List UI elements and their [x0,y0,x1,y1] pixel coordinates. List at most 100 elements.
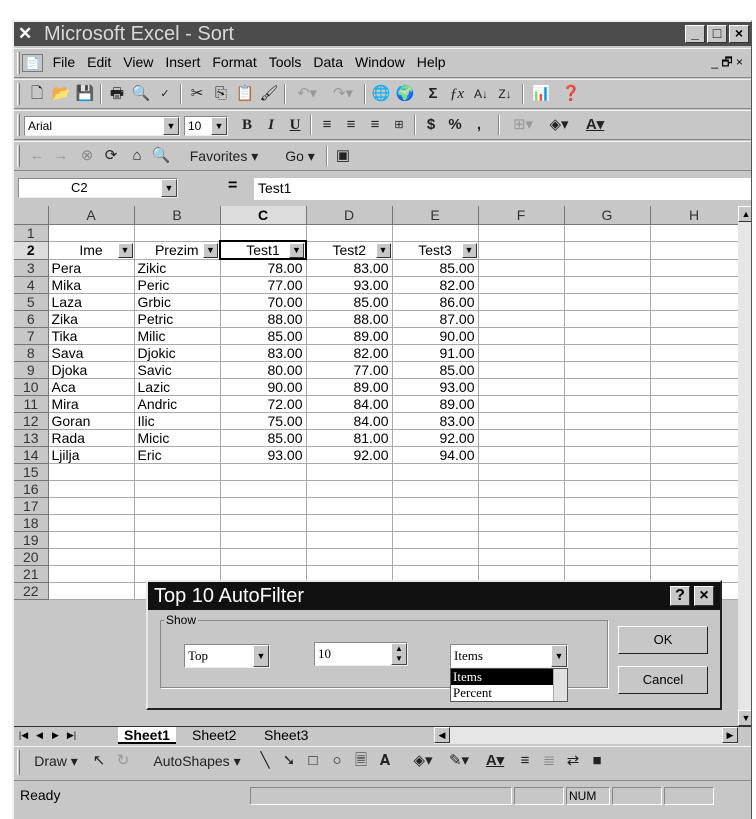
autosum-icon[interactable]: Σ [422,83,444,105]
menu-window[interactable]: Window [349,49,411,75]
menu-data[interactable]: Data [307,49,349,75]
vertical-scrollbar[interactable]: ▲ ▼ [738,206,751,726]
web-toolbar-icon[interactable]: 🌍 [394,83,416,105]
print-preview-icon[interactable]: 🔍 [130,83,152,105]
borders-icon[interactable]: ⊞▾ [506,114,540,136]
cell[interactable]: Mika [48,276,135,294]
cell[interactable] [478,259,565,277]
cell[interactable] [478,514,565,532]
cell[interactable]: 93.00 [306,276,393,294]
cell[interactable] [134,463,221,481]
cell[interactable]: Peric [134,276,221,294]
cancel-button[interactable]: Cancel [618,666,708,694]
chevron-down-icon[interactable]: ▼ [163,117,179,135]
cell[interactable]: Zika [48,310,135,328]
cell[interactable] [650,429,739,447]
free-rotate-icon[interactable]: ↻ [112,750,134,772]
cell[interactable] [564,395,651,413]
cell[interactable]: 94.00 [392,446,479,464]
arrow-style-icon[interactable]: ⇄ [562,750,584,772]
cell[interactable] [478,241,565,260]
last-sheet-icon[interactable]: ▶| [64,728,79,743]
autofilter-dropdown-icon[interactable]: ▼ [375,242,391,258]
cell[interactable] [564,293,651,311]
cell[interactable] [306,514,393,532]
cell[interactable] [220,514,307,532]
cell[interactable] [650,344,739,362]
row-header[interactable]: 4 [14,276,49,294]
menu-insert[interactable]: Insert [159,49,206,75]
cell[interactable]: Savic [134,361,221,379]
cell[interactable]: 83.00 [306,259,393,277]
row-header[interactable]: 8 [14,344,49,362]
cell[interactable] [392,224,479,242]
column-header-g[interactable]: G [564,206,651,225]
cell[interactable] [48,531,135,549]
cell[interactable] [650,480,739,498]
shadow-icon[interactable]: ■ [586,750,608,772]
center-icon[interactable]: ≡ [340,114,362,136]
cell[interactable] [478,548,565,566]
cell[interactable]: 89.00 [306,327,393,345]
cell[interactable] [478,361,565,379]
column-header-a[interactable]: A [48,206,135,225]
percent-button[interactable]: % [444,114,466,136]
row-header[interactable]: 16 [14,480,49,498]
cell[interactable]: Ilic [134,412,221,430]
cell[interactable] [478,276,565,294]
sheet-tab-3[interactable]: Sheet3 [258,727,315,744]
hyperlink-icon[interactable]: 🌐 [370,83,392,105]
copy-icon[interactable]: ⎘ [210,83,232,105]
row-header[interactable]: 14 [14,446,49,464]
cell[interactable]: 92.00 [392,429,479,447]
cell[interactable]: Pera [48,259,135,277]
first-sheet-icon[interactable]: |◀ [16,728,31,743]
select-all-corner[interactable] [14,206,49,225]
autoshapes-menu[interactable]: AutoShapes ▾ [142,750,252,772]
scroll-right-icon[interactable]: ▶ [722,727,738,743]
column-header-f[interactable]: F [478,206,565,225]
dialog-close-button[interactable]: × [694,586,714,606]
cell[interactable] [650,531,739,549]
cell[interactable] [478,463,565,481]
row-header[interactable]: 5 [14,293,49,311]
cell[interactable] [564,224,651,242]
cell[interactable] [650,548,739,566]
type-option-items[interactable]: Items [451,669,567,685]
scroll-down-icon[interactable]: ▼ [738,710,751,726]
cell[interactable] [564,378,651,396]
favorites-menu[interactable]: Favorites ▾ [174,145,274,167]
row-header[interactable]: 6 [14,310,49,328]
row-header[interactable]: 7 [14,327,49,345]
select-objects-icon[interactable]: ↖ [88,750,110,772]
filter-header-cell[interactable]: Prezim ▼ [134,241,221,260]
dialog-help-button[interactable]: ? [670,586,690,606]
line-style-icon[interactable]: ≡ [514,750,536,772]
formula-input[interactable]: Test1 [254,178,751,200]
chevron-down-icon[interactable]: ▼ [161,179,177,197]
text-box-icon[interactable]: 🗏 [350,750,372,772]
align-right-icon[interactable]: ≡ [364,114,386,136]
chart-wizard-icon[interactable]: 📊 [530,83,552,105]
cell[interactable] [650,514,739,532]
cell[interactable]: 77.00 [220,276,307,294]
autofilter-dropdown-icon[interactable]: ▼ [461,242,477,258]
cell[interactable]: 85.00 [306,293,393,311]
cell[interactable]: 92.00 [306,446,393,464]
cell[interactable]: Aca [48,378,135,396]
cell[interactable] [564,514,651,532]
cell[interactable]: 87.00 [392,310,479,328]
cell[interactable] [134,497,221,515]
cell[interactable]: Goran [48,412,135,430]
cell[interactable]: Djokic [134,344,221,362]
open-icon[interactable]: 📂 [50,83,72,105]
cell[interactable]: Micic [134,429,221,447]
autofilter-dropdown-icon[interactable]: ▼ [203,242,218,258]
cell[interactable] [48,480,135,498]
cell[interactable]: 89.00 [306,378,393,396]
chevron-down-icon[interactable]: ▼ [253,645,269,667]
search-web-icon[interactable]: 🔍 [150,145,172,167]
row-header[interactable]: 10 [14,378,49,396]
cell[interactable]: 88.00 [220,310,307,328]
cell[interactable]: 91.00 [392,344,479,362]
